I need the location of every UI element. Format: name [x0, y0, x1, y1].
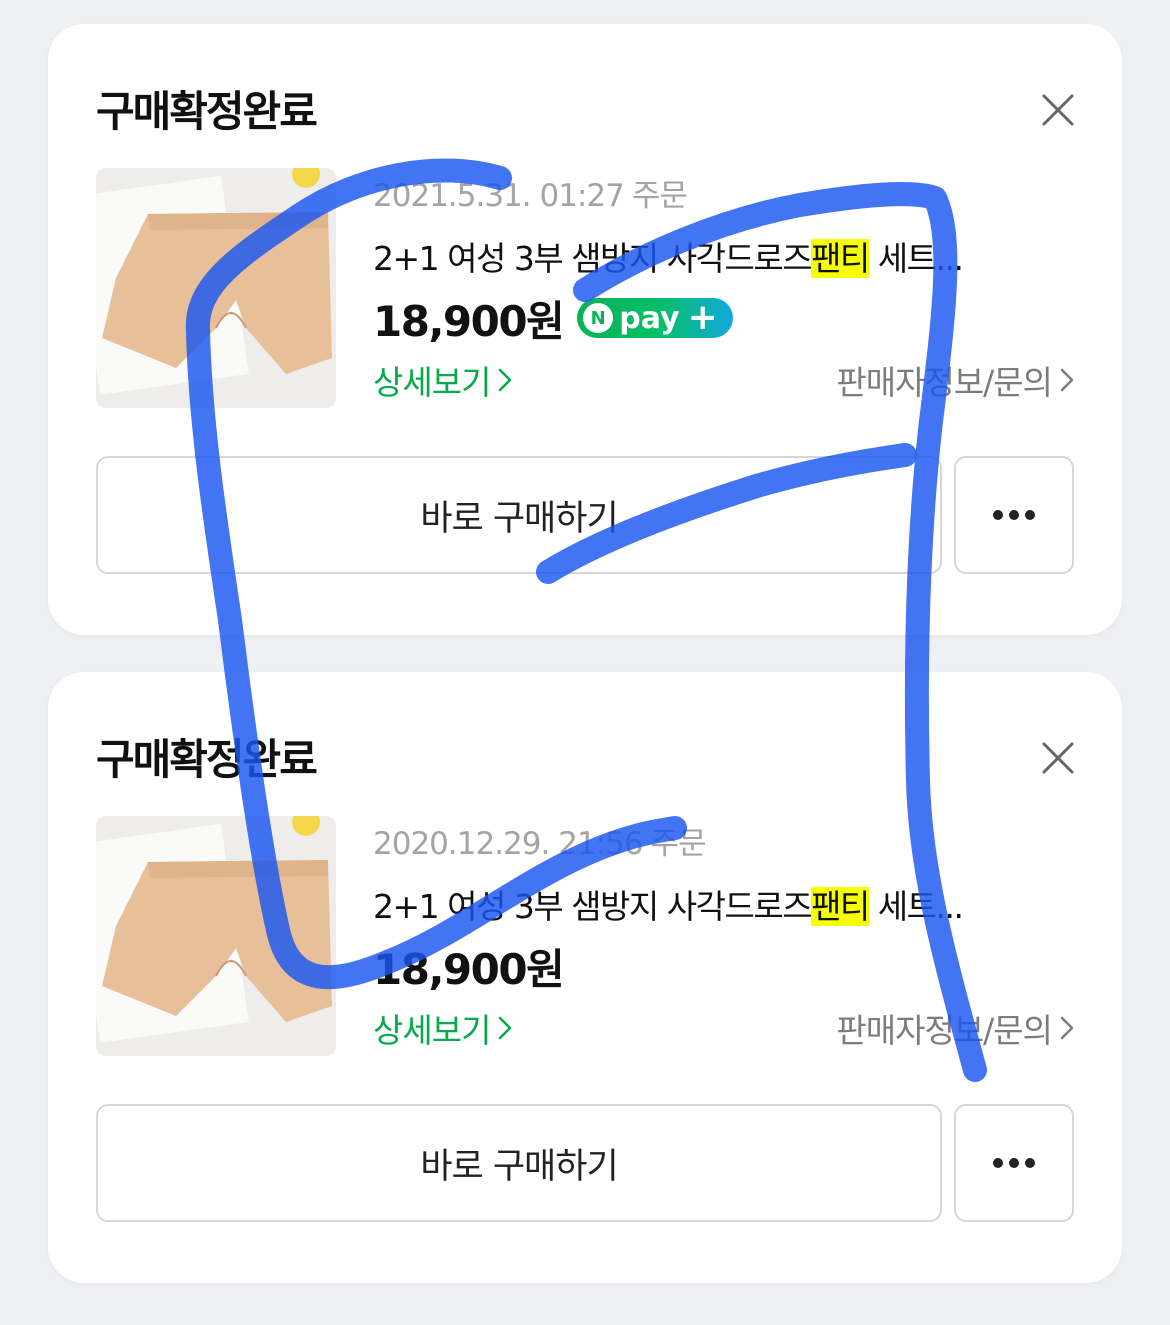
chevron-right-icon: [499, 368, 512, 392]
more-icon: [993, 510, 1035, 520]
buy-now-button[interactable]: 바로 구매하기: [96, 1104, 942, 1222]
order-status-title: 구매확정완료: [96, 87, 318, 136]
detail-link[interactable]: 상세보기: [373, 356, 512, 404]
product-name-prefix: 2+1 여성 3부 샘방지 사각드로즈: [373, 887, 813, 926]
seller-info-link[interactable]: 판매자정보/문의: [836, 1004, 1074, 1052]
npay-n-icon: N: [583, 303, 614, 333]
chevron-right-icon: [499, 1016, 512, 1040]
order-date-value: 2020.12.29. 21:56: [373, 826, 644, 862]
more-icon: [993, 1158, 1035, 1168]
order-date-suffix: 주문: [631, 178, 688, 214]
detail-link-label: 상세보기: [373, 1011, 491, 1050]
detail-link-label: 상세보기: [373, 363, 491, 402]
more-button[interactable]: [954, 1104, 1074, 1222]
order-date-value: 2021.5.31. 01:27: [373, 178, 625, 214]
product-name-suffix: 세트...: [868, 239, 964, 278]
product-name[interactable]: 2+1 여성 3부 샘방지 사각드로즈팬티 세트...: [373, 880, 1073, 928]
seller-info-link[interactable]: 판매자정보/문의: [836, 356, 1074, 404]
order-card: 구매확정완료 2021.5.31. 01:27 주문 2+1 여성 3부 샘방지 …: [48, 24, 1122, 635]
order-status-title: 구매확정완료: [96, 735, 318, 784]
chevron-right-icon: [1060, 1016, 1074, 1040]
npay-plus-badge: N pay +: [577, 297, 734, 338]
price: 18,900원: [373, 296, 565, 346]
close-icon[interactable]: [1034, 734, 1082, 782]
detail-link[interactable]: 상세보기: [373, 1004, 512, 1052]
order-card: 구매확정완료 2020.12.29. 21:56 주문 2+1 여성 3부 샘방지…: [48, 672, 1122, 1283]
price-row: 18,900원: [373, 938, 565, 994]
product-name-suffix: 세트...: [868, 887, 964, 926]
price: 18,900원: [373, 944, 565, 994]
product-name-highlight: 팬티: [811, 887, 870, 926]
npay-plus-icon: +: [687, 297, 718, 338]
order-date: 2020.12.29. 21:56 주문: [373, 818, 707, 863]
order-date: 2021.5.31. 01:27 주문: [373, 170, 688, 215]
buy-now-button[interactable]: 바로 구매하기: [96, 456, 942, 574]
product-image[interactable]: [96, 816, 336, 1056]
seller-info-label: 판매자정보/문의: [836, 363, 1053, 402]
product-name[interactable]: 2+1 여성 3부 샘방지 사각드로즈팬티 세트...: [373, 232, 1073, 280]
price-row: 18,900원 N pay +: [373, 290, 734, 346]
close-icon[interactable]: [1034, 86, 1082, 134]
seller-info-label: 판매자정보/문의: [836, 1011, 1053, 1050]
product-name-highlight: 팬티: [811, 239, 870, 278]
npay-label: pay: [619, 300, 680, 336]
chevron-right-icon: [1060, 368, 1074, 392]
product-image[interactable]: [96, 168, 336, 408]
order-date-suffix: 주문: [650, 826, 707, 862]
product-name-prefix: 2+1 여성 3부 샘방지 사각드로즈: [373, 239, 813, 278]
more-button[interactable]: [954, 456, 1074, 574]
